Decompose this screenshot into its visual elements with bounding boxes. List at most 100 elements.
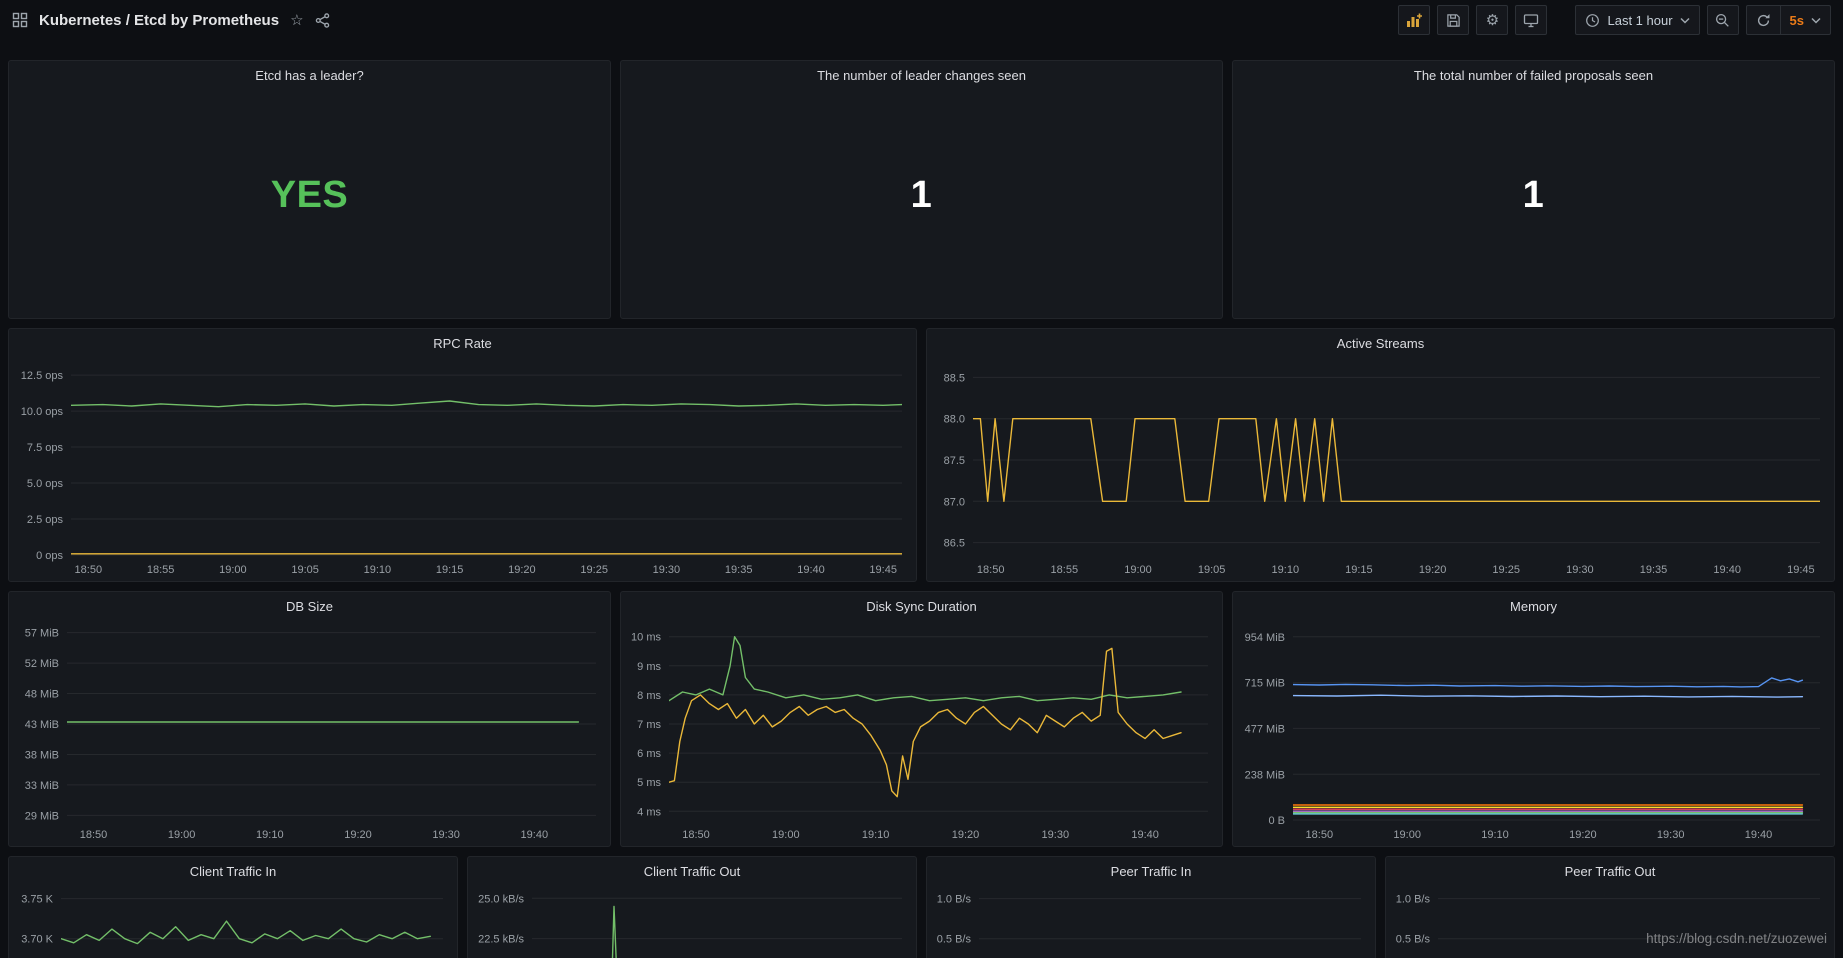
svg-text:19:25: 19:25 — [1492, 564, 1520, 576]
dashboard-grid: Etcd has a leader? YES The number of lea… — [0, 40, 1843, 958]
star-icon[interactable]: ☆ — [290, 13, 303, 28]
svg-text:43 MiB: 43 MiB — [25, 719, 59, 731]
svg-text:238 MiB: 238 MiB — [1245, 769, 1285, 781]
panel-title[interactable]: Disk Sync Duration — [621, 592, 1222, 620]
chart-row-2: DB Size 29 MiB33 MiB38 MiB43 MiB48 MiB52… — [8, 591, 1835, 847]
svg-text:19:30: 19:30 — [1042, 829, 1070, 841]
panel-title[interactable]: Etcd has a leader? — [9, 61, 610, 89]
disk-sync-chart[interactable]: 4 ms5 ms6 ms7 ms8 ms9 ms10 ms18:5019:001… — [621, 620, 1222, 846]
panel-etcd-has-leader: Etcd has a leader? YES — [8, 60, 611, 319]
svg-text:6 ms: 6 ms — [637, 748, 661, 760]
svg-text:19:30: 19:30 — [653, 564, 681, 576]
svg-text:19:05: 19:05 — [1198, 564, 1226, 576]
panel-client-traffic-in: Client Traffic In 3.75 K3.70 K3.65 K3.60… — [8, 856, 458, 958]
panel-title[interactable]: Client Traffic In — [9, 857, 457, 885]
svg-text:0 ops: 0 ops — [36, 550, 63, 562]
svg-text:19:40: 19:40 — [797, 564, 825, 576]
panel-rpc-rate: RPC Rate 0 ops2.5 ops5.0 ops7.5 ops10.0 … — [8, 328, 917, 582]
refresh-icon — [1756, 13, 1771, 28]
chart-row-1: RPC Rate 0 ops2.5 ops5.0 ops7.5 ops10.0 … — [8, 328, 1835, 582]
refresh-interval-button[interactable]: 5s — [1746, 5, 1831, 35]
svg-text:19:10: 19:10 — [256, 829, 284, 841]
svg-text:715 MiB: 715 MiB — [1245, 678, 1285, 690]
svg-text:0 B: 0 B — [1268, 815, 1285, 827]
dashboard-title[interactable]: Kubernetes / Etcd by Prometheus — [39, 12, 279, 29]
svg-text:1.0 B/s: 1.0 B/s — [1396, 894, 1431, 906]
panel-title[interactable]: Memory — [1233, 592, 1834, 620]
svg-text:18:50: 18:50 — [682, 829, 710, 841]
panel-title[interactable]: Peer Traffic In — [927, 857, 1375, 885]
svg-text:18:55: 18:55 — [1051, 564, 1079, 576]
stat-value-failed-proposals: 1 — [1233, 89, 1834, 318]
panel-memory: Memory 0 B238 MiB477 MiB715 MiB954 MiB18… — [1232, 591, 1835, 847]
svg-text:9 ms: 9 ms — [637, 661, 661, 673]
apps-grid-icon[interactable] — [12, 12, 28, 28]
svg-text:19:00: 19:00 — [772, 829, 800, 841]
peer-traffic-out-chart[interactable]: 1.0 B/s0.5 B/s0 B/s — [1386, 885, 1834, 958]
svg-text:19:10: 19:10 — [364, 564, 392, 576]
svg-text:10.0 ops: 10.0 ops — [21, 406, 64, 418]
panel-client-traffic-out: Client Traffic Out 25.0 kB/s22.5 kB/s20.… — [467, 856, 917, 958]
svg-text:5 ms: 5 ms — [637, 777, 661, 789]
share-icon[interactable] — [315, 13, 330, 28]
time-range-label: Last 1 hour — [1607, 13, 1672, 28]
zoom-out-button[interactable] — [1707, 5, 1739, 35]
panel-title[interactable]: The total number of failed proposals see… — [1233, 61, 1834, 89]
panel-failed-proposals: The total number of failed proposals see… — [1232, 60, 1835, 319]
svg-text:38 MiB: 38 MiB — [25, 750, 59, 762]
svg-text:29 MiB: 29 MiB — [25, 810, 59, 822]
svg-text:25.0 kB/s: 25.0 kB/s — [478, 893, 524, 905]
save-icon — [1446, 13, 1461, 28]
panel-title[interactable]: RPC Rate — [9, 329, 916, 357]
chevron-down-icon — [1811, 17, 1821, 24]
panel-title[interactable]: Peer Traffic Out — [1386, 857, 1834, 885]
settings-gear-icon: ⚙ — [1486, 13, 1499, 28]
svg-text:19:20: 19:20 — [1419, 564, 1447, 576]
stat-row: Etcd has a leader? YES The number of lea… — [8, 60, 1835, 319]
svg-text:19:30: 19:30 — [1657, 829, 1685, 841]
svg-text:3.70 K: 3.70 K — [21, 934, 53, 946]
cycle-view-button[interactable] — [1515, 5, 1547, 35]
zoom-out-icon — [1715, 13, 1730, 28]
time-range-picker[interactable]: Last 1 hour — [1575, 5, 1699, 35]
active-streams-chart[interactable]: 86.587.087.588.088.518:5018:5519:0019:05… — [927, 357, 1834, 581]
svg-text:19:00: 19:00 — [1393, 829, 1421, 841]
svg-text:87.0: 87.0 — [944, 496, 965, 508]
navbar: Kubernetes / Etcd by Prometheus ☆ — [0, 0, 1843, 40]
svg-text:18:50: 18:50 — [1306, 829, 1334, 841]
peer-traffic-in-chart[interactable]: 1.0 B/s0.5 B/s0 B/s — [927, 885, 1375, 958]
svg-text:19:15: 19:15 — [436, 564, 464, 576]
svg-text:2.5 ops: 2.5 ops — [27, 514, 64, 526]
add-panel-button[interactable] — [1398, 5, 1430, 35]
svg-text:19:05: 19:05 — [291, 564, 319, 576]
panel-title[interactable]: Active Streams — [927, 329, 1834, 357]
svg-text:19:10: 19:10 — [1481, 829, 1509, 841]
panel-active-streams: Active Streams 86.587.087.588.088.518:50… — [926, 328, 1835, 582]
panel-peer-traffic-in: Peer Traffic In 1.0 B/s0.5 B/s0 B/s — [926, 856, 1376, 958]
svg-text:477 MiB: 477 MiB — [1245, 723, 1285, 735]
svg-text:19:40: 19:40 — [1713, 564, 1741, 576]
watermark: https://blog.csdn.net/zuozewei — [1646, 931, 1827, 946]
panel-title[interactable]: The number of leader changes seen — [621, 61, 1222, 89]
svg-text:19:25: 19:25 — [580, 564, 608, 576]
client-traffic-in-chart[interactable]: 3.75 K3.70 K3.65 K3.60 K — [9, 885, 457, 958]
button-divider — [1780, 6, 1781, 34]
client-traffic-out-chart[interactable]: 25.0 kB/s22.5 kB/s20.0 kB/s17.5 kB/s — [468, 885, 916, 958]
svg-text:57 MiB: 57 MiB — [25, 628, 59, 640]
memory-chart[interactable]: 0 B238 MiB477 MiB715 MiB954 MiB18:5019:0… — [1233, 620, 1834, 846]
panel-db-size: DB Size 29 MiB33 MiB38 MiB43 MiB48 MiB52… — [8, 591, 611, 847]
svg-text:87.5: 87.5 — [944, 455, 965, 467]
svg-text:19:45: 19:45 — [1787, 564, 1815, 576]
panel-title[interactable]: Client Traffic Out — [468, 857, 916, 885]
rpc-rate-chart[interactable]: 0 ops2.5 ops5.0 ops7.5 ops10.0 ops12.5 o… — [9, 357, 916, 581]
save-dashboard-button[interactable] — [1437, 5, 1469, 35]
panel-title[interactable]: DB Size — [9, 592, 610, 620]
panel-disk-sync-duration: Disk Sync Duration 4 ms5 ms6 ms7 ms8 ms9… — [620, 591, 1223, 847]
dashboard-settings-button[interactable]: ⚙ — [1476, 5, 1508, 35]
db-size-chart[interactable]: 29 MiB33 MiB38 MiB43 MiB48 MiB52 MiB57 M… — [9, 620, 610, 846]
svg-text:3.75 K: 3.75 K — [21, 894, 53, 906]
stat-value-leader-changes: 1 — [621, 89, 1222, 318]
refresh-interval-label: 5s — [1790, 13, 1804, 28]
svg-text:19:00: 19:00 — [168, 829, 196, 841]
svg-text:0.5 B/s: 0.5 B/s — [937, 934, 972, 946]
